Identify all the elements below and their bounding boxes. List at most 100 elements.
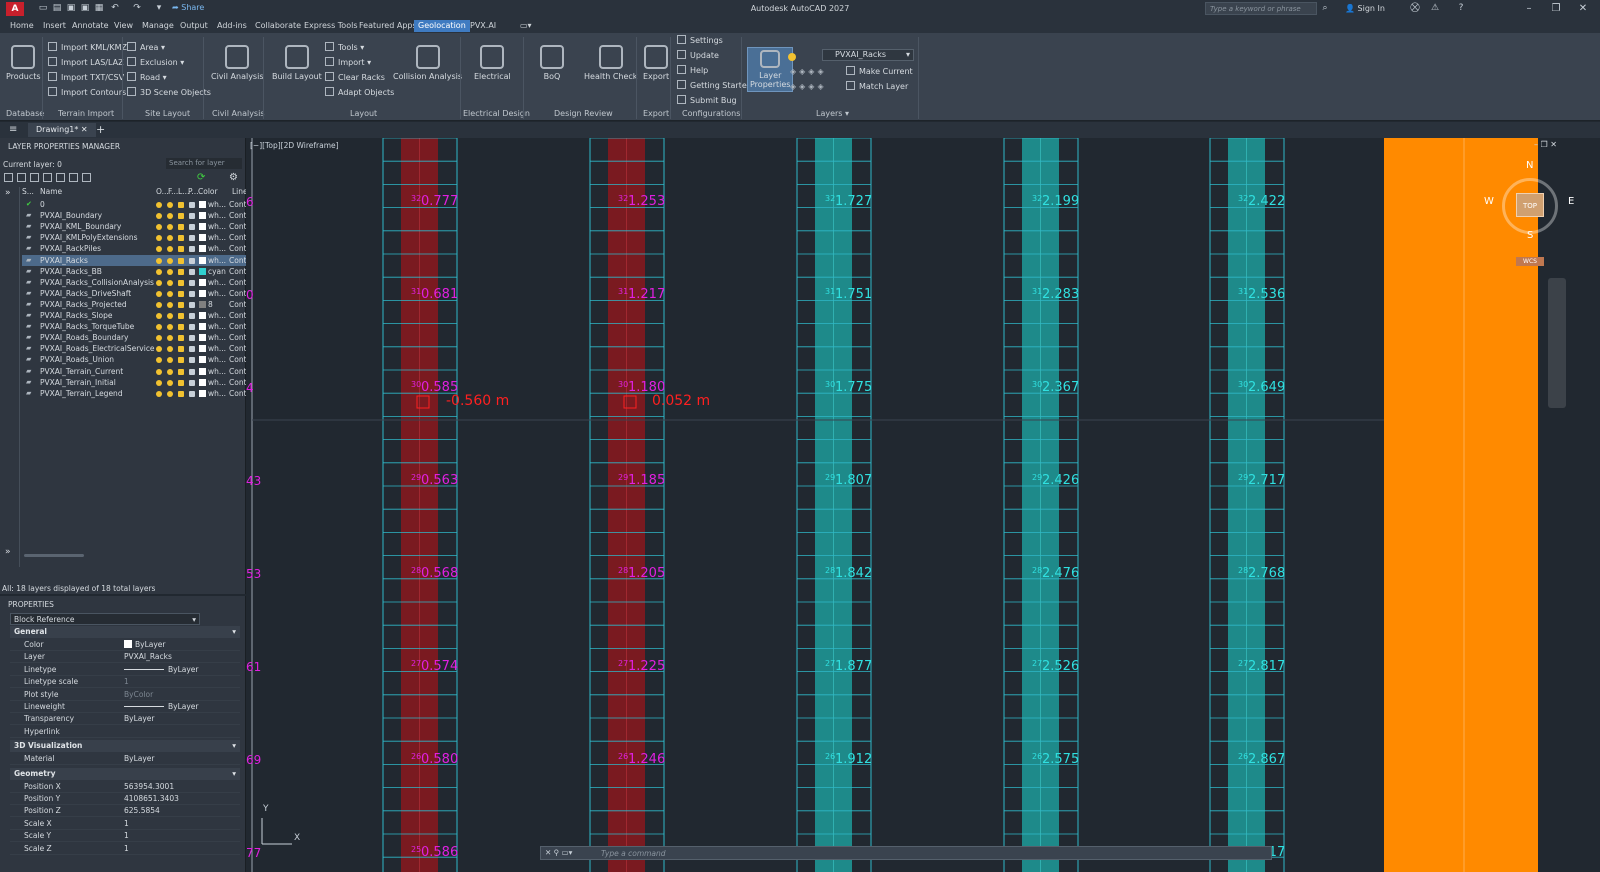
match-layer-button[interactable]: Match Layer — [846, 81, 908, 93]
sun-icon[interactable] — [167, 379, 173, 386]
layer-row[interactable]: ▰ PVXAI_Roads_ElectricalService wh... Cont — [22, 343, 247, 354]
sun-icon[interactable] — [167, 257, 173, 264]
tab-express-tools[interactable]: Express Tools — [300, 20, 362, 32]
expand-filter-icon[interactable]: » — [5, 188, 11, 198]
property-row[interactable]: Position Y 4108651.3403 — [10, 793, 240, 805]
lock-icon[interactable] — [178, 268, 184, 275]
printer-icon[interactable] — [189, 224, 195, 231]
lightbulb-icon[interactable] — [156, 268, 162, 275]
tab-geolocation[interactable]: Geolocation — [414, 20, 470, 32]
refresh-icon[interactable]: ⟳ — [197, 172, 205, 183]
layer-color[interactable]: wh... — [208, 344, 226, 353]
printer-icon[interactable] — [189, 324, 195, 331]
layer-state-icons[interactable] — [156, 245, 200, 254]
layer-color-swatch[interactable] — [199, 356, 206, 364]
column-header-freeze[interactable]: F... — [168, 187, 178, 196]
printer-icon[interactable] — [189, 279, 195, 286]
layer-state-icons[interactable] — [156, 368, 200, 377]
column-header-plot[interactable]: P... — [188, 187, 199, 196]
hamburger-icon[interactable]: ≡ — [9, 124, 17, 135]
layer-color-swatch[interactable] — [199, 212, 206, 220]
gear-icon[interactable]: ⚙ — [229, 172, 238, 183]
lightbulb-icon[interactable] — [156, 390, 162, 397]
import-las-button[interactable]: Import LAS/LAZ — [48, 57, 124, 69]
printer-icon[interactable] — [189, 290, 195, 297]
navigation-bar[interactable] — [1548, 278, 1566, 408]
property-row[interactable]: Material ByLayer — [10, 753, 240, 766]
layer-linetype[interactable]: Cont — [229, 378, 247, 387]
property-row[interactable]: Layer PVXAI_Racks — [10, 651, 240, 664]
collision-analysis-button[interactable]: Collision Analysis — [393, 45, 462, 81]
layer-color-swatch[interactable] — [199, 245, 206, 253]
property-value[interactable]: ByLayer — [124, 754, 155, 763]
property-row[interactable]: Position Z 625.5854 — [10, 805, 240, 818]
layer-properties-button[interactable]: Layer Properties — [747, 47, 794, 92]
tab-add-ins[interactable]: Add-ins — [213, 20, 251, 32]
command-line[interactable]: ✕ ⚲ ▭▾ Type a command — [540, 846, 1272, 860]
customize-icon[interactable]: ▾ — [154, 3, 164, 13]
lightbulb-icon[interactable] — [156, 335, 162, 342]
layer-name[interactable]: PVXAI_Racks_TorqueTube — [40, 322, 134, 331]
command-input[interactable]: Type a command — [601, 849, 666, 858]
property-row[interactable]: Scale X 1 — [10, 818, 240, 830]
layer-color-swatch[interactable] — [199, 345, 206, 353]
tab-annotate[interactable]: Annotate — [68, 20, 113, 32]
layer-row[interactable]: ▰ PVXAI_KML_Boundary wh... Cont — [22, 221, 247, 232]
layer-color[interactable]: wh... — [208, 278, 226, 287]
layer-row[interactable]: ▰ PVXAI_Racks_BB cyan Cont — [22, 266, 247, 277]
property-value[interactable]: 563954.3001 — [124, 782, 174, 791]
lightbulb-icon[interactable] — [156, 224, 162, 231]
property-row[interactable]: Hyperlink — [10, 726, 240, 738]
layer-name[interactable]: PVXAI_Terrain_Current — [40, 367, 123, 376]
lightbulb-icon[interactable] — [156, 324, 162, 331]
layer-name[interactable]: PVXAI_RackPiles — [40, 244, 101, 253]
tools-button[interactable]: Tools ▾ — [325, 42, 364, 54]
new-tab-button[interactable]: + — [96, 123, 105, 136]
layer-color[interactable]: wh... — [208, 378, 226, 387]
layer-row[interactable]: ▰ PVXAI_Terrain_Initial wh... Cont — [22, 377, 247, 388]
layer-state-icons[interactable] — [156, 201, 200, 210]
sun-icon[interactable] — [167, 235, 173, 242]
layer-name[interactable]: PVXAI_Terrain_Initial — [40, 378, 116, 387]
plot-icon[interactable]: ▦ — [94, 3, 104, 13]
viewport-controls[interactable]: [−][Top][2D Wireframe] — [250, 141, 339, 150]
clear-racks-button[interactable]: Clear Racks — [325, 72, 385, 84]
help-icon[interactable]: ? — [1456, 3, 1466, 13]
printer-icon[interactable] — [189, 346, 195, 353]
connect-icon[interactable]: ⚠ — [1430, 3, 1440, 13]
layer-row[interactable]: ▰ PVXAI_KMLPolyExtensions wh... Cont — [22, 232, 247, 243]
section-viz[interactable]: 3D Visualization ▾ — [10, 740, 240, 753]
import-txt-button[interactable]: Import TXT/CSV — [48, 72, 124, 84]
products-button[interactable]: Products — [6, 45, 41, 81]
wcs-menu[interactable]: WCS — [1516, 257, 1544, 266]
printer-icon[interactable] — [189, 379, 195, 386]
compass-east[interactable]: E — [1568, 196, 1574, 207]
layer-row[interactable]: ▰ PVXAI_Racks_TorqueTube wh... Cont — [22, 321, 247, 332]
layer-name[interactable]: PVXAI_Racks_Slope — [40, 311, 112, 320]
lightbulb-icon[interactable] — [156, 257, 162, 264]
help-button[interactable]: Help — [677, 65, 708, 77]
layer-state-icons[interactable] — [156, 212, 200, 221]
layer-linetype[interactable]: Cont — [229, 322, 247, 331]
printer-icon[interactable] — [189, 213, 195, 220]
property-row[interactable]: Linetype ByLayer — [10, 664, 240, 676]
sun-icon[interactable] — [167, 224, 173, 231]
layer-color[interactable]: wh... — [208, 211, 226, 220]
import-kml-button[interactable]: Import KML/KMZ — [48, 42, 127, 54]
property-value[interactable]: ByColor — [124, 690, 153, 699]
layer-state-icons[interactable] — [156, 257, 200, 266]
property-value[interactable]: 1 — [124, 677, 129, 686]
submit-bug-button[interactable]: Submit Bug — [677, 95, 737, 107]
layer-name[interactable]: PVXAI_Roads_Boundary — [40, 333, 128, 342]
health-check-button[interactable]: Health Check — [584, 45, 637, 81]
close-command-icon[interactable]: ✕ ⚲ ▭▾ — [545, 848, 572, 857]
layer-state-icons[interactable] — [156, 279, 200, 288]
layer-name[interactable]: PVXAI_KMLPolyExtensions — [40, 233, 138, 242]
layer-state-icons[interactable] — [156, 334, 200, 343]
lock-icon[interactable] — [178, 379, 184, 386]
sun-icon[interactable] — [167, 246, 173, 253]
lock-icon[interactable] — [178, 301, 184, 308]
minimize-button[interactable]: – — [1522, 2, 1536, 16]
layer-color-swatch[interactable] — [199, 378, 206, 386]
printer-icon[interactable] — [189, 235, 195, 242]
